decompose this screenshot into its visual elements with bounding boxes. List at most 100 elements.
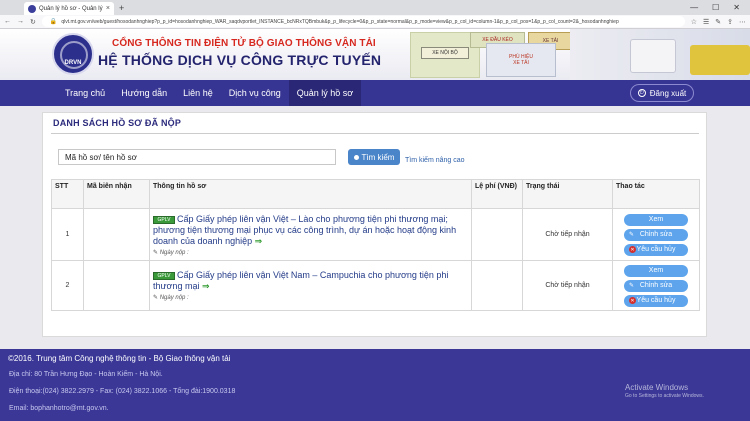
request-cancel-label: Yêu cầu hủy xyxy=(636,246,676,253)
truck-icon xyxy=(630,39,676,73)
records-table: STT Mã biên nhận Thông tin hồ sơ Lệ phí … xyxy=(51,179,700,311)
cell-status: Chờ tiếp nhận xyxy=(522,260,613,311)
submit-date-label: Ngày nộp : xyxy=(159,249,189,256)
cell-info: GPLV Cấp Giấy phép liên vận Việt – Lào ch… xyxy=(149,208,472,261)
collections-icon[interactable]: ☰ xyxy=(703,18,709,26)
logo-text: DRVN xyxy=(64,60,82,66)
search-radio-icon xyxy=(353,154,359,160)
edit-button[interactable]: ✎ Chỉnh sửa xyxy=(624,228,688,241)
record-type-badge-icon: GPLV xyxy=(153,215,175,224)
plate-text-4b: XE TẢI xyxy=(513,60,529,66)
record-info-text: Cấp Giấy phép liên vận Việt Nam – Campuc… xyxy=(153,270,449,291)
records-panel: DANH SÁCH HỒ SƠ ĐÃ NỘP Tìm kiếm Tìm kiếm… xyxy=(42,112,707,337)
power-icon: ⏻ xyxy=(637,89,646,97)
ministry-logo[interactable]: DRVN xyxy=(52,33,94,75)
share-icon[interactable]: ⇪ xyxy=(727,18,733,26)
edit-label: Chỉnh sửa xyxy=(639,282,673,289)
cell-fee xyxy=(471,208,523,261)
record-info-link[interactable]: GPLV Cấp Giấy phép liên vận Việt Nam – Ca… xyxy=(153,270,468,292)
lock-icon: 🔒 xyxy=(49,19,58,25)
cell-actions: Xem ✎ Chỉnh sửa ✕ Yêu cầu hủy xyxy=(612,260,700,311)
section-title: DANH SÁCH HỒ SƠ ĐÃ NỘP xyxy=(53,118,182,128)
submit-date-label: Ngày nộp : xyxy=(159,295,189,301)
system-name: HỆ THỐNG DỊCH VỤ CÔNG TRỰC TUYẾN xyxy=(98,52,382,68)
minimize-icon[interactable]: — xyxy=(690,3,698,12)
notes-icon[interactable]: ✎ xyxy=(715,18,721,26)
more-icon[interactable]: ⋯ xyxy=(739,18,746,26)
site-banner: DRVN CỔNG THÔNG TIN ĐIỆN TỬ BỘ GIAO THÔN… xyxy=(0,29,750,80)
record-info-text: Cấp Giấy phép liên vận Việt – Lào cho ph… xyxy=(153,213,457,246)
footer-phone: Điện thoại:(024) 3822.2979 - Fax: (024) … xyxy=(9,388,236,395)
cell-actions: Xem ✎ Chỉnh sửa ✕ Yêu cầu hủy xyxy=(612,208,700,261)
bus-icon xyxy=(690,45,750,75)
url-field[interactable]: 🔒 qlvt.mt.gov.vn/web/guest/hosodanhnghie… xyxy=(41,16,685,27)
tab-title: Quản lý hồ sơ - Quản lý xyxy=(39,5,103,12)
col-header-status: Trạng thái xyxy=(522,179,613,209)
nav-contact[interactable]: Liên hệ xyxy=(175,80,221,106)
request-cancel-button[interactable]: ✕ Yêu cầu hủy xyxy=(624,243,688,256)
main-nav: Trang chủ Hướng dẫn Liên hệ Dịch vụ công… xyxy=(0,80,750,106)
nav-guide[interactable]: Hướng dẫn xyxy=(113,80,175,106)
nav-manage-records[interactable]: Quản lý hồ sơ xyxy=(288,80,362,106)
cell-receipt xyxy=(83,260,150,311)
nav-public-services[interactable]: Dịch vụ công xyxy=(221,80,289,106)
site-favicon-icon xyxy=(28,4,36,13)
view-button[interactable]: Xem xyxy=(624,264,688,277)
refresh-icon[interactable]: ↻ xyxy=(30,18,36,26)
col-header-actions: Thao tác xyxy=(612,179,700,209)
back-icon[interactable]: ← xyxy=(4,18,11,25)
os-activation-watermark: Activate Windows Go to Settings to activ… xyxy=(625,383,704,399)
browser-address-bar: ← → ↻ 🔒 qlvt.mt.gov.vn/web/guest/hosodan… xyxy=(0,15,750,29)
maximize-icon[interactable]: ☐ xyxy=(712,3,719,12)
search-button[interactable]: Tìm kiếm xyxy=(348,149,400,165)
col-header-stt: STT xyxy=(51,179,84,209)
submit-date: ✎ Ngày nộp : xyxy=(153,249,189,256)
close-window-icon[interactable]: ✕ xyxy=(733,3,740,12)
advanced-search-link[interactable]: Tìm kiếm nâng cao xyxy=(405,157,465,164)
forward-icon[interactable]: → xyxy=(17,18,24,25)
cancel-icon: ✕ xyxy=(629,297,636,304)
cell-stt: 2 xyxy=(51,260,84,311)
search-input[interactable] xyxy=(58,149,336,165)
plate-text-1: XE NỘI BỘ xyxy=(421,47,469,59)
browser-tab[interactable]: Quản lý hồ sơ - Quản lý × xyxy=(24,2,114,15)
table-header-row: STT Mã biên nhận Thông tin hồ sơ Lệ phí … xyxy=(51,179,700,209)
footer-address: Địa chỉ: 80 Trần Hưng Đạo - Hoàn Kiếm - … xyxy=(9,371,163,378)
edit-icon: ✎ xyxy=(629,283,635,289)
cell-info: GPLV Cấp Giấy phép liên vận Việt Nam – Ca… xyxy=(149,260,472,311)
view-label: Xem xyxy=(648,216,664,223)
site-footer: ©2016. Trung tâm Công nghệ thông tin - B… xyxy=(0,349,750,421)
nav-home[interactable]: Trang chủ xyxy=(57,80,113,106)
edit-icon: ✎ xyxy=(629,232,635,238)
view-button[interactable]: Xem xyxy=(624,213,688,226)
browser-tab-bar: Quản lý hồ sơ - Quản lý × + — ☐ ✕ xyxy=(0,0,750,15)
banner-vehicles-image xyxy=(570,29,750,80)
favorite-icon[interactable]: ☆ xyxy=(691,18,697,26)
col-header-info: Thông tin hồ sơ xyxy=(149,179,472,209)
logout-button[interactable]: ⏻ Đăng xuất xyxy=(630,84,694,102)
table-row: 1 GPLV Cấp Giấy phép liên vận Việt – Lào … xyxy=(51,208,700,261)
view-label: Xem xyxy=(648,267,664,274)
cancel-icon: ✕ xyxy=(629,246,636,253)
footer-copyright: ©2016. Trung tâm Công nghệ thông tin - B… xyxy=(8,354,231,363)
url-text: qlvt.mt.gov.vn/web/guest/hosodanhnghiep?… xyxy=(61,18,619,25)
col-header-fee: Lệ phí (VNĐ) xyxy=(471,179,523,209)
arrow-right-icon: ⇒ xyxy=(254,235,263,246)
cell-fee xyxy=(471,260,523,311)
col-header-receipt: Mã biên nhận xyxy=(83,179,150,209)
edit-button[interactable]: ✎ Chỉnh sửa xyxy=(624,279,688,292)
submit-date: ✎ Ngày nộp : xyxy=(153,295,189,301)
record-info-link[interactable]: GPLV Cấp Giấy phép liên vận Việt – Lào ch… xyxy=(153,214,468,247)
record-type-badge-icon: GPLV xyxy=(153,272,175,280)
request-cancel-button[interactable]: ✕ Yêu cầu hủy xyxy=(624,294,688,307)
search-button-label: Tìm kiếm xyxy=(361,152,395,162)
edit-label: Chỉnh sửa xyxy=(639,231,673,238)
new-tab-button[interactable]: + xyxy=(119,3,124,13)
arrow-right-icon: ⇒ xyxy=(201,281,210,291)
watermark-line-1: Activate Windows xyxy=(625,383,689,392)
section-divider xyxy=(51,133,699,134)
tab-close-icon[interactable]: × xyxy=(106,5,110,12)
banner-decor-badge: PHÙ HIỆU XE TẢI xyxy=(486,43,556,77)
cell-receipt xyxy=(83,208,150,261)
logout-label: Đăng xuất xyxy=(649,88,687,98)
